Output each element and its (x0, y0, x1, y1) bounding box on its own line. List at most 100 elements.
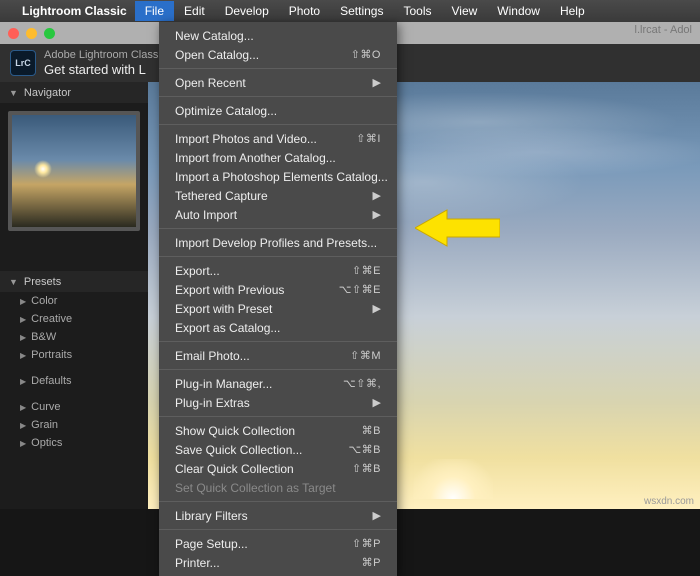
presets-panel-header[interactable]: ▼ Presets (0, 271, 148, 292)
chevron-down-icon: ▼ (9, 277, 18, 287)
macos-menubar: Lightroom Classic File Edit Develop Phot… (0, 0, 700, 22)
file-menu-dropdown: New Catalog... Open Catalog...⇧⌘O Open Rec… (159, 22, 397, 576)
menu-shortcut: ⌥⇧⌘, (343, 377, 381, 390)
menu-item-label: Library Filters (175, 509, 248, 523)
menu-window[interactable]: Window (487, 1, 550, 21)
menu-item-new-catalog[interactable]: New Catalog... (159, 26, 397, 45)
menu-help[interactable]: Help (550, 1, 595, 21)
menu-shortcut: ⌘P (362, 556, 381, 569)
lightroom-app-icon: LrC (10, 50, 36, 76)
menu-item-label: Export with Preset (175, 302, 272, 316)
chevron-right-icon: ▶ (20, 439, 26, 448)
left-sidebar: ▼ Navigator ▼ Presets ▶Color ▶Creative ▶… (0, 82, 148, 509)
menu-item-label: Import Develop Profiles and Presets... (175, 236, 377, 250)
preset-group-optics[interactable]: ▶Optics (0, 434, 148, 452)
menu-separator (159, 341, 397, 342)
preset-group-defaults[interactable]: ▶Defaults (0, 372, 148, 390)
menu-develop[interactable]: Develop (215, 1, 279, 21)
chevron-down-icon: ▼ (9, 88, 18, 98)
watermark: wsxdn.com (644, 496, 694, 507)
menu-item-label: Save Quick Collection... (175, 443, 302, 457)
chevron-right-icon: ▶ (20, 421, 26, 430)
menu-separator (159, 501, 397, 502)
chevron-right-icon: ▶ (373, 396, 381, 409)
preset-group-color[interactable]: ▶Color (0, 292, 148, 310)
chevron-right-icon: ▶ (20, 403, 26, 412)
menu-tools[interactable]: Tools (393, 1, 441, 21)
menu-separator (159, 529, 397, 530)
menu-item-auto-import[interactable]: Auto Import ▶ (159, 205, 397, 224)
navigator-panel-header[interactable]: ▼ Navigator (0, 82, 148, 103)
menu-item-printer[interactable]: Printer... ⌘P (159, 553, 397, 572)
menu-shortcut: ⌥⇧⌘E (339, 283, 381, 296)
menu-item-label: Printer... (175, 556, 220, 570)
menu-item-label: Open Recent (175, 76, 246, 90)
menu-item-import-a-photoshop-elements-catalog[interactable]: Import a Photoshop Elements Catalog... (159, 167, 397, 186)
menu-edit[interactable]: Edit (174, 1, 215, 21)
menu-shortcut: ⌘B (362, 424, 381, 437)
preset-group-creative[interactable]: ▶Creative (0, 310, 148, 328)
menu-item-label: Auto Import (175, 208, 237, 222)
menu-shortcut: ⇧⌘B (352, 462, 381, 475)
toolbar-subtitle: Adobe Lightroom Classic (44, 49, 166, 62)
menu-separator (159, 416, 397, 417)
menu-item-save-quick-collection[interactable]: Save Quick Collection...⌥⌘B (159, 440, 397, 459)
menu-settings[interactable]: Settings (330, 1, 393, 21)
menu-item-label: Plug-in Extras (175, 396, 250, 410)
app-name[interactable]: Lightroom Classic (22, 4, 127, 18)
fullscreen-window-icon[interactable] (44, 28, 55, 39)
menu-separator (159, 228, 397, 229)
menu-item-tethered-capture[interactable]: Tethered Capture ▶ (159, 186, 397, 205)
menu-item-import-develop-profiles-and-presets[interactable]: Import Develop Profiles and Presets... (159, 233, 397, 252)
menu-item-export-with-preset[interactable]: Export with Preset▶ (159, 299, 397, 318)
menu-item-set-quick-collection-as-target: Set Quick Collection as Target (159, 478, 397, 497)
menu-item-open-catalog[interactable]: Open Catalog...⇧⌘O (159, 45, 397, 64)
menu-file[interactable]: File (135, 1, 174, 21)
presets-label: Presets (24, 276, 61, 288)
chevron-right-icon: ▶ (373, 208, 381, 221)
menu-item-label: Optimize Catalog... (175, 104, 277, 118)
close-window-icon[interactable] (8, 28, 19, 39)
chevron-right-icon: ▶ (20, 333, 26, 342)
menu-view[interactable]: View (441, 1, 487, 21)
menu-shortcut: ⇧⌘I (356, 132, 381, 145)
menu-item-plug-in-manager[interactable]: Plug-in Manager...⌥⇧⌘, (159, 374, 397, 393)
chevron-right-icon: ▶ (373, 189, 381, 202)
menu-item-label: Import from Another Catalog... (175, 151, 336, 165)
menu-item-label: Open Catalog... (175, 48, 259, 62)
preset-group-grain[interactable]: ▶Grain (0, 416, 148, 434)
menu-item-label: New Catalog... (175, 29, 254, 43)
preset-group-portraits[interactable]: ▶Portraits (0, 346, 148, 364)
chevron-right-icon: ▶ (20, 315, 26, 324)
menu-shortcut: ⇧⌘E (352, 264, 381, 277)
menu-item-optimize-catalog[interactable]: Optimize Catalog... (159, 101, 397, 120)
preset-group-bw[interactable]: ▶B&W (0, 328, 148, 346)
menu-item-email-photo[interactable]: Email Photo...⇧⌘M (159, 346, 397, 365)
menu-item-export-as-catalog[interactable]: Export as Catalog... (159, 318, 397, 337)
menu-item-clear-quick-collection[interactable]: Clear Quick Collection ⇧⌘B (159, 459, 397, 478)
menu-item-label: Email Photo... (175, 349, 250, 363)
menu-item-export[interactable]: Export... ⇧⌘E (159, 261, 397, 280)
chevron-right-icon: ▶ (20, 351, 26, 360)
menu-item-label: Page Setup... (175, 537, 248, 551)
navigator-label: Navigator (24, 87, 71, 99)
chevron-right-icon: ▶ (373, 509, 381, 522)
menu-item-plug-in-extras[interactable]: Plug-in Extras ▶ (159, 393, 397, 412)
menu-item-import-photos-and-video[interactable]: Import Photos and Video...⇧⌘I (159, 129, 397, 148)
menu-separator (159, 96, 397, 97)
minimize-window-icon[interactable] (26, 28, 37, 39)
menu-item-label: Export... (175, 264, 220, 278)
menu-item-open-recent[interactable]: Open Recent▶ (159, 73, 397, 92)
document-title: l.lrcat - Adol (635, 24, 692, 36)
menu-item-page-setup[interactable]: Page Setup...⇧⌘P (159, 534, 397, 553)
preset-group-curve[interactable]: ▶Curve (0, 398, 148, 416)
menu-item-label: Import a Photoshop Elements Catalog... (175, 170, 388, 184)
menu-item-label: Export with Previous (175, 283, 284, 297)
menu-item-show-quick-collection[interactable]: Show Quick Collection⌘B (159, 421, 397, 440)
menu-item-import-from-another-catalog[interactable]: Import from Another Catalog... (159, 148, 397, 167)
navigator-thumbnail[interactable] (8, 111, 140, 231)
menu-item-export-with-previous[interactable]: Export with Previous ⌥⇧⌘E (159, 280, 397, 299)
menu-item-label: Clear Quick Collection (175, 462, 294, 476)
menu-item-label: Tethered Capture (175, 189, 268, 203)
menu-photo[interactable]: Photo (279, 1, 330, 21)
